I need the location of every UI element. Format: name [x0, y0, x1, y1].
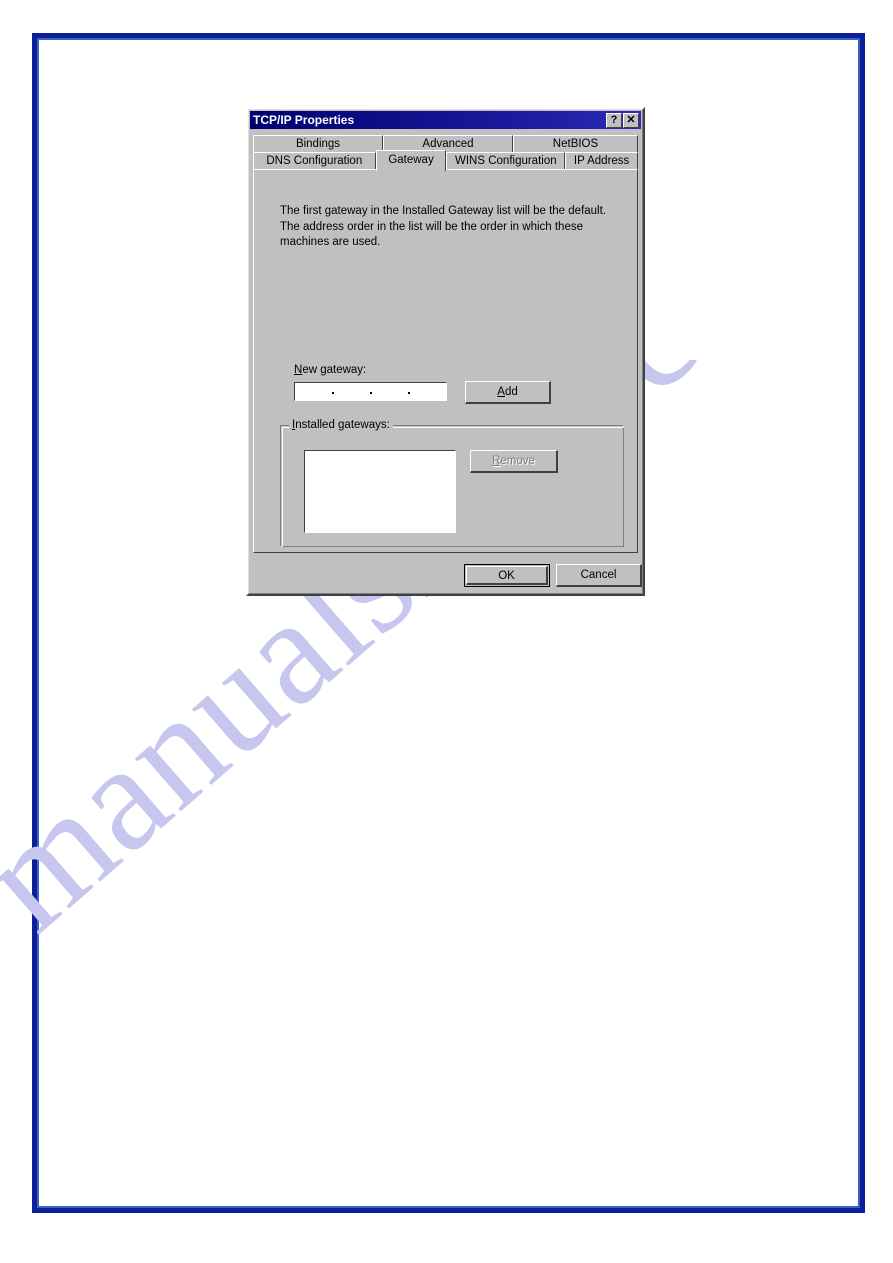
add-gateway-button[interactable]: Add [465, 381, 551, 404]
installed-gateways-group: Installed gateways: Remove [280, 419, 624, 547]
dialog-title-bar[interactable]: TCP/IP Properties ? ✕ [250, 111, 641, 129]
new-gateway-label: New gateway: [294, 364, 366, 376]
add-label-rest: dd [504, 386, 518, 398]
ip-octet-container [295, 383, 446, 400]
new-gateway-ip-input[interactable] [294, 382, 447, 401]
installed-gateways-label-rest: nstalled gateways: [295, 419, 390, 431]
ip-separator-dot-3 [408, 392, 410, 394]
add-accel-char: A [497, 386, 505, 398]
new-gateway-label-rest: ew gateway: [302, 364, 367, 376]
tab-gateway[interactable]: Gateway [375, 150, 447, 171]
ip-separator-dot-1 [332, 392, 334, 394]
gateway-tab-panel: The first gateway in the Installed Gatew… [253, 169, 638, 553]
ip-separator-dot-2 [370, 392, 372, 394]
remove-label-rest: emove [500, 455, 535, 467]
close-icon: ✕ [626, 113, 636, 126]
gateway-info-text: The first gateway in the Installed Gatew… [280, 205, 606, 248]
cancel-button[interactable]: Cancel [556, 564, 642, 587]
installed-gateways-listbox[interactable] [304, 450, 456, 533]
help-button[interactable]: ? [606, 112, 622, 128]
question-mark-icon: ? [610, 113, 618, 126]
tab-strip: Bindings Advanced NetBIOS DNS Configurat… [253, 135, 638, 171]
ok-button-label: OK [466, 566, 548, 585]
tcpip-properties-dialog: TCP/IP Properties ? ✕ Bindings Advanced … [246, 107, 645, 596]
ok-button[interactable]: OK [464, 564, 550, 587]
remove-gateway-button[interactable]: Remove [470, 450, 558, 473]
close-button[interactable]: ✕ [623, 112, 639, 128]
installed-gateways-label: Installed gateways: [289, 419, 393, 431]
dialog-title: TCP/IP Properties [253, 113, 355, 127]
